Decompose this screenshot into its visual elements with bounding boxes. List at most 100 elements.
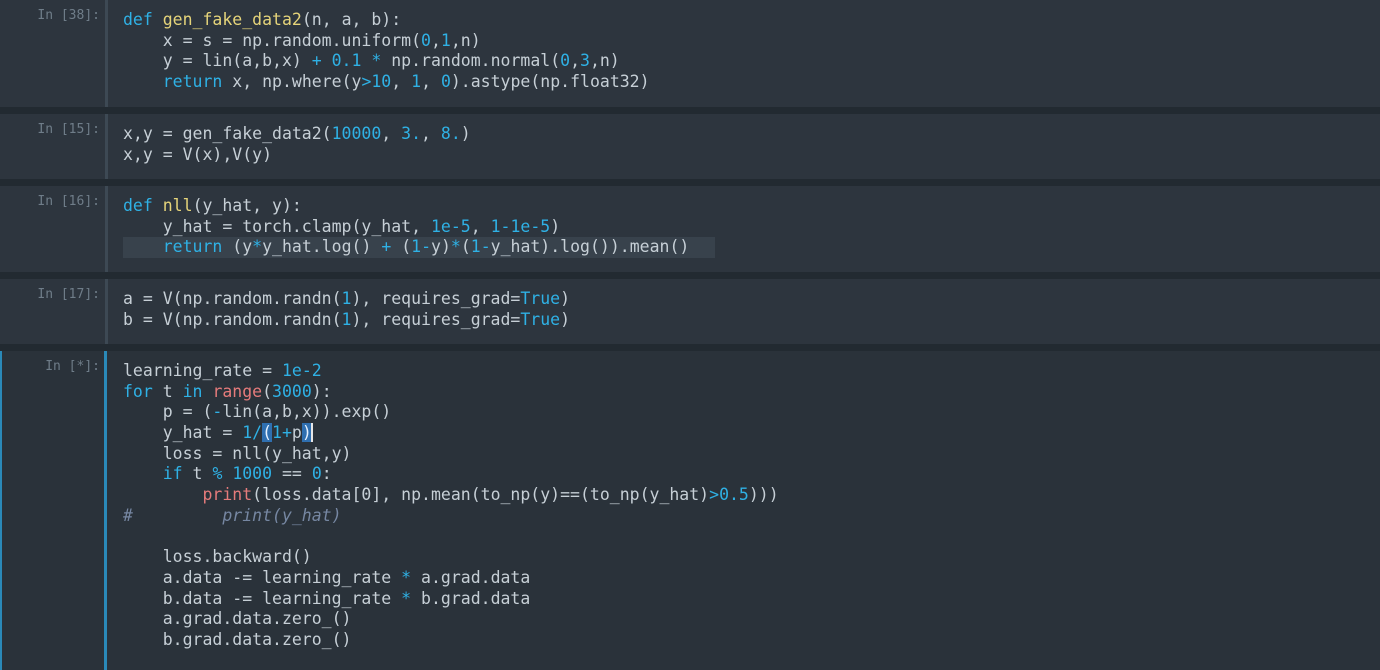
input-prompt: In [16]: — [37, 194, 100, 209]
code-line[interactable]: for t in range(3000): — [123, 382, 779, 403]
selected-code-cell[interactable]: In [*]: learning_rate = 1e-2 for t in ran… — [0, 351, 1380, 670]
code-editor[interactable]: x,y = gen_fake_data2(10000, 3., 8.) x,y =… — [123, 124, 471, 165]
code-line[interactable]: return (y*y_hat.log() + (1-y)*(1-y_hat).… — [123, 237, 715, 259]
code-line[interactable]: a.data -= learning_rate * a.grad.data — [123, 568, 779, 589]
code-line[interactable]: b.grad.data.zero_() — [123, 630, 779, 651]
code-token: a.grad.data.zero_() — [123, 609, 352, 629]
code-line[interactable]: y = lin(a,b,x) + 0.1 * np.random.normal(… — [123, 51, 650, 72]
code-token: lin(a,b,x)).exp() — [222, 402, 392, 422]
code-line[interactable]: return x, np.where(y>10, 1, 0).astype(np… — [123, 72, 650, 93]
code-token: ( — [262, 423, 273, 443]
code-line[interactable]: loss = nll(y_hat,y) — [123, 444, 779, 465]
code-token: x,y = gen_fake_data2( — [123, 124, 332, 143]
code-cell[interactable]: In [16]: def nll(y_hat, y): y_hat = torc… — [0, 186, 1380, 272]
code-token: * — [252, 237, 263, 257]
code-token: y_hat).log()).mean() — [490, 237, 690, 257]
code-line[interactable]: x,y = gen_fake_data2(10000, 3., 8.) — [123, 124, 471, 145]
editor-gutter — [105, 279, 108, 344]
code-token: ): — [311, 381, 332, 401]
code-token: 1 — [440, 30, 451, 50]
code-token: , — [421, 124, 441, 143]
input-prompt-running: In [*]: — [45, 359, 100, 374]
code-token: 1 — [242, 423, 253, 443]
code-comment: # print(y_hat) — [123, 505, 342, 525]
code-token: gen_fake_data2 — [162, 10, 302, 29]
code-token: loss = nll(y_hat,y) — [123, 443, 352, 463]
code-token: , — [430, 30, 441, 50]
code-editor[interactable]: def nll(y_hat, y): y_hat = torch.clamp(y… — [123, 196, 715, 259]
code-line[interactable]: x = s = np.random.uniform(0,1,n) — [123, 31, 650, 52]
code-cell[interactable]: In [17]: a = V(np.random.randn(1), requi… — [0, 279, 1380, 344]
code-line[interactable]: # print(y_hat) — [123, 506, 779, 527]
code-cell[interactable]: In [15]: x,y = gen_fake_data2(10000, 3.,… — [0, 114, 1380, 179]
code-token: : — [321, 464, 332, 484]
code-line[interactable]: learning_rate = 1e-2 — [123, 361, 779, 382]
code-token: b = V(np.random.randn( — [123, 309, 342, 329]
code-line[interactable]: b = V(np.random.randn(1), requires_grad=… — [123, 310, 570, 331]
code-token: + — [381, 237, 392, 257]
code-token: range — [212, 381, 263, 401]
code-token: ) — [560, 289, 571, 308]
code-token: b.grad.data.zero_() — [123, 629, 352, 649]
code-token: % — [212, 464, 223, 484]
code-line[interactable] — [123, 527, 779, 548]
code-token: return — [162, 237, 223, 257]
code-token: True — [520, 309, 561, 329]
code-token: - — [500, 216, 511, 236]
code-line[interactable]: def gen_fake_data2(n, a, b): — [123, 10, 650, 31]
code-line[interactable]: print(loss.data[0], np.mean(to_np(y)==(t… — [123, 485, 778, 506]
code-token: in — [182, 381, 203, 401]
code-token: p — [291, 423, 302, 443]
code-cell[interactable]: In [38]: def gen_fake_data2(n, a, b): x … — [0, 0, 1380, 107]
code-token: y = lin(a,b,x) — [123, 51, 312, 71]
editor-gutter — [105, 186, 108, 272]
code-line[interactable]: x,y = V(x),V(y) — [123, 145, 471, 166]
code-token: (loss.data[0], np.mean(to_np(y)==(to_np(… — [252, 485, 710, 505]
code-line[interactable]: loss.backward() — [123, 547, 779, 568]
code-token: * — [371, 51, 382, 71]
code-token: y_hat.log() — [262, 237, 382, 257]
code-line[interactable]: def nll(y_hat, y): — [123, 196, 715, 217]
code-token: , — [391, 72, 412, 92]
code-token: * — [401, 567, 412, 587]
code-token: - — [421, 237, 432, 257]
code-editor[interactable]: a = V(np.random.randn(1), requires_grad=… — [123, 289, 570, 330]
code-token: a.data -= learning_rate — [123, 567, 402, 587]
code-token: == — [272, 464, 312, 484]
code-line[interactable]: p = (-lin(a,b,x)).exp() — [123, 402, 779, 423]
code-token: ,n) — [589, 51, 620, 71]
code-line[interactable]: a = V(np.random.randn(1), requires_grad=… — [123, 289, 570, 310]
code-token: loss.backward() — [123, 547, 312, 567]
editor-gutter — [105, 114, 108, 179]
code-line[interactable]: if t % 1000 == 0: — [123, 464, 779, 485]
code-token: 10 — [371, 72, 392, 92]
code-editor[interactable]: def gen_fake_data2(n, a, b): x = s = np.… — [123, 10, 650, 93]
code-token: ,n) — [450, 30, 481, 50]
code-line[interactable]: b.data -= learning_rate * b.grad.data — [123, 589, 779, 610]
code-token: * — [450, 237, 461, 257]
code-token: learning_rate = — [123, 361, 282, 380]
code-token: 1 — [490, 216, 501, 236]
code-token: b.grad.data — [411, 588, 531, 608]
code-line[interactable]: y_hat = 1/(1+p) — [123, 423, 779, 444]
code-token: * — [401, 588, 412, 608]
code-token: ) — [560, 309, 571, 329]
code-token: + — [311, 51, 322, 71]
code-token: 3 — [580, 51, 590, 71]
input-prompt: In [15]: — [37, 122, 100, 137]
code-token: 8. — [440, 124, 461, 143]
code-token: def — [123, 10, 153, 29]
code-token: > — [361, 72, 372, 92]
code-line[interactable]: a.grad.data.zero_() — [123, 609, 779, 630]
code-token: + — [281, 423, 292, 443]
code-line[interactable]: y_hat = torch.clamp(y_hat, 1e-5, 1-1e-5) — [123, 217, 715, 238]
code-token: x, np.where(y — [222, 72, 362, 92]
code-token: 1e-5 — [430, 216, 471, 236]
code-token: 0.1 — [331, 51, 362, 71]
code-editor[interactable]: learning_rate = 1e-2 for t in range(3000)… — [123, 361, 779, 651]
